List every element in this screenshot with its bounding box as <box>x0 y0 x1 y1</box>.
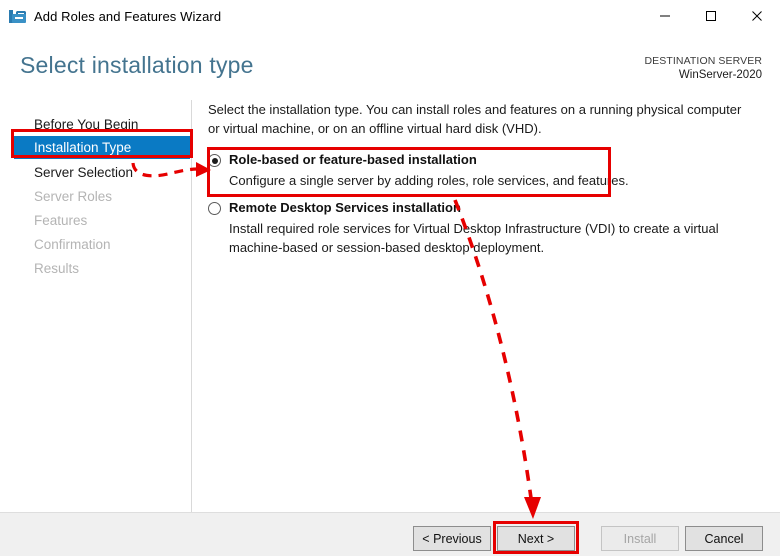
minimize-icon[interactable] <box>642 0 688 32</box>
title-bar: Add Roles and Features Wizard <box>0 0 780 32</box>
maximize-icon[interactable] <box>688 0 734 32</box>
next-button[interactable]: Next > <box>497 526 575 551</box>
previous-button[interactable]: < Previous <box>413 526 491 551</box>
option-rds-description: Install required role services for Virtu… <box>229 221 719 255</box>
sidebar-item-results: Results <box>34 261 80 276</box>
destination-server-label: DESTINATION SERVER <box>644 55 762 67</box>
option-rds-title: Remote Desktop Services installation <box>229 200 461 215</box>
option-role-based-title: Role-based or feature-based installation <box>229 152 477 167</box>
button-bar: < Previous Next > Install Cancel <box>0 512 780 556</box>
option-role-based-description: Configure a single server by adding role… <box>229 173 629 188</box>
radio-role-based[interactable] <box>208 154 221 167</box>
page-header: Select installation type DESTINATION SER… <box>0 32 780 98</box>
window-controls <box>642 0 780 32</box>
sidebar-item-server-selection[interactable]: Server Selection <box>14 161 190 184</box>
sidebar-item-installation-type[interactable]: Installation Type <box>14 136 190 159</box>
main-content: Select the installation type. You can in… <box>208 100 764 255</box>
wizard-nav-sidebar: Before You Begin Installation Type Serve… <box>0 100 191 512</box>
radio-remote-desktop-services[interactable] <box>208 202 221 215</box>
sidebar-item-confirmation: Confirmation <box>34 237 111 252</box>
option-remote-desktop-services[interactable]: Remote Desktop Services installation Ins… <box>208 200 764 257</box>
close-icon[interactable] <box>734 0 780 32</box>
destination-server-info: DESTINATION SERVER WinServer-2020 <box>644 54 762 82</box>
server-toolbox-icon <box>9 8 26 25</box>
sidebar-item-features: Features <box>34 213 88 228</box>
destination-server-name: WinServer-2020 <box>678 69 762 81</box>
option-role-based[interactable]: Role-based or feature-based installation… <box>208 152 764 190</box>
window-title: Add Roles and Features Wizard <box>34 8 222 24</box>
instruction-text: Select the installation type. You can in… <box>208 102 742 136</box>
install-button: Install <box>601 526 679 551</box>
sidebar-item-server-roles: Server Roles <box>34 189 113 204</box>
sidebar-divider <box>191 100 192 512</box>
page-title: Select installation type <box>20 52 254 78</box>
cancel-button[interactable]: Cancel <box>685 526 763 551</box>
sidebar-item-before-you-begin[interactable]: Before You Begin <box>14 113 190 136</box>
